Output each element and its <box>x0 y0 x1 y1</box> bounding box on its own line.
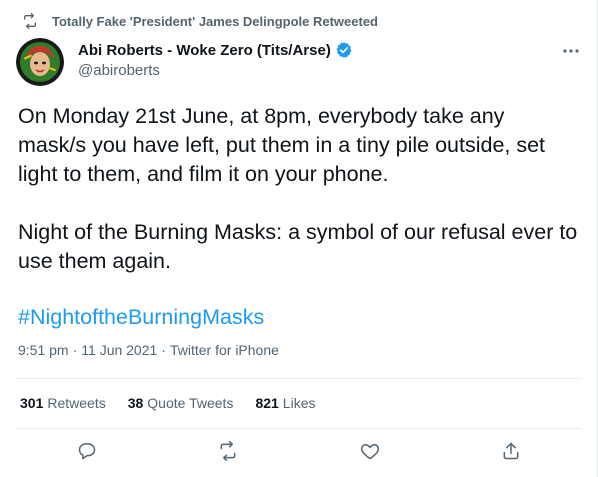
meta-separator: · <box>72 342 78 358</box>
likes-count: 821 <box>255 395 279 411</box>
retweets-stat[interactable]: 301 Retweets <box>20 395 106 411</box>
likes-label: Likes <box>282 395 316 411</box>
tweet-date[interactable]: 11 Jun 2021 <box>81 342 157 358</box>
reply-icon <box>77 441 97 466</box>
author-names: Abi Roberts - Woke Zero (Tits/Arse) @abi… <box>78 40 353 79</box>
tweet-card: Totally Fake 'President' James Delingpol… <box>0 0 598 477</box>
tweet-actions <box>16 438 582 468</box>
share-icon <box>501 441 521 466</box>
quote-tweets-count: 38 <box>127 395 144 411</box>
display-name-row: Abi Roberts - Woke Zero (Tits/Arse) <box>78 40 353 60</box>
tweet-text: On Monday 21st June, at 8pm, everybody t… <box>18 102 578 332</box>
meta-separator: · <box>161 342 166 358</box>
share-button[interactable] <box>496 438 526 468</box>
retweets-count: 301 <box>20 395 44 411</box>
more-options-icon[interactable] <box>560 40 582 62</box>
like-button[interactable] <box>355 438 385 468</box>
engagement-stats: 301 Retweets 38 Quote Tweets 821 Likes <box>20 395 315 411</box>
quote-tweets-label: Quote Tweets <box>147 395 234 411</box>
retweet-icon <box>217 440 239 466</box>
tweet-metadata: 9:51 pm · 11 Jun 2021 · Twitter for iPho… <box>18 342 279 358</box>
tweet-source[interactable]: Twitter for iPhone <box>170 342 279 358</box>
verified-badge-icon <box>335 41 353 59</box>
avatar[interactable] <box>16 38 64 86</box>
divider <box>16 378 582 379</box>
tweet-paragraph: On Monday 21st June, at 8pm, everybody t… <box>18 104 546 186</box>
likes-stat[interactable]: 821 Likes <box>255 395 315 411</box>
tweet-time[interactable]: 9:51 pm <box>18 342 69 358</box>
author-handle[interactable]: @abiroberts <box>78 62 353 79</box>
retweet-icon <box>22 13 38 29</box>
reply-button[interactable] <box>72 438 102 468</box>
tweet-author: Abi Roberts - Woke Zero (Tits/Arse) @abi… <box>16 38 582 88</box>
like-icon <box>360 441 380 466</box>
quote-tweets-stat[interactable]: 38 Quote Tweets <box>128 395 234 411</box>
retweets-label: Retweets <box>47 395 106 411</box>
retweeted-by-text[interactable]: Totally Fake 'President' James Delingpol… <box>52 14 378 29</box>
display-name[interactable]: Abi Roberts - Woke Zero (Tits/Arse) <box>78 42 331 59</box>
divider <box>16 428 582 429</box>
retweet-button[interactable] <box>213 438 243 468</box>
hashtag-link[interactable]: #NightoftheBurningMasks <box>18 303 578 332</box>
retweet-context: Totally Fake 'President' James Delingpol… <box>22 12 378 30</box>
tweet-paragraph: Night of the Burning Masks: a symbol of … <box>18 220 578 273</box>
